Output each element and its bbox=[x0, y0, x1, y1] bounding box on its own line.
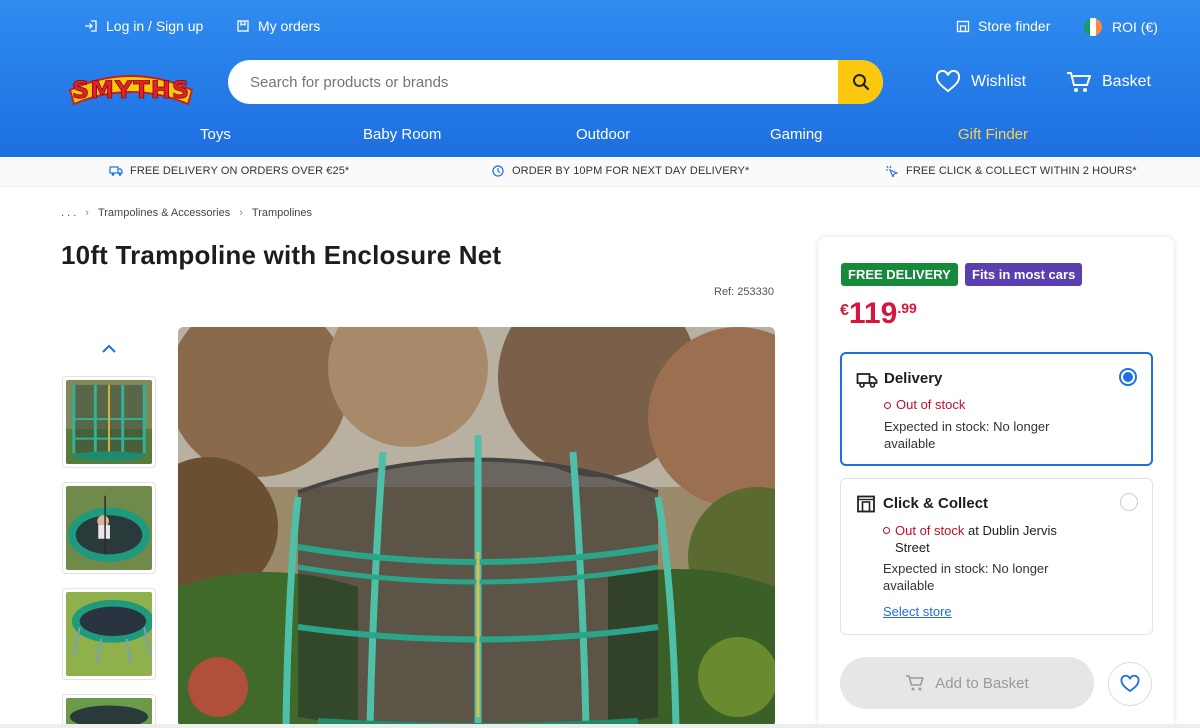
truck-icon bbox=[109, 166, 123, 176]
usp-free-delivery: FREE DELIVERY ON ORDERS OVER €25* bbox=[109, 165, 349, 177]
breadcrumb-item[interactable]: Trampolines & Accessories bbox=[98, 207, 230, 219]
thumbnail-image bbox=[66, 486, 152, 570]
click-collect-icon bbox=[886, 165, 899, 177]
breadcrumb: . . . › Trampolines & Accessories › Tram… bbox=[61, 207, 312, 219]
thumbnail-image bbox=[66, 592, 152, 676]
delivery-radio[interactable] bbox=[1119, 368, 1137, 386]
cart-icon bbox=[1067, 72, 1091, 92]
main-product-image[interactable] bbox=[178, 327, 775, 727]
delivery-stock-text: Out of stock bbox=[896, 397, 966, 412]
price-currency: € bbox=[840, 302, 849, 319]
product-price: € 119 .99 bbox=[840, 297, 917, 331]
delivery-expected-text: Expected in stock: No longer available bbox=[884, 419, 1050, 451]
login-icon bbox=[85, 20, 97, 32]
collect-expected-text: Expected in stock: No longer available bbox=[883, 561, 1049, 593]
orders-icon bbox=[237, 20, 249, 32]
thumbnail-4[interactable] bbox=[62, 694, 156, 728]
search-input[interactable] bbox=[228, 60, 838, 104]
page-bottom-edge bbox=[0, 724, 1200, 728]
add-to-basket-label: Add to Basket bbox=[935, 674, 1029, 692]
wishlist-label: Wishlist bbox=[971, 73, 1027, 90]
basket-label: Basket bbox=[1102, 73, 1151, 90]
thumbnail-2[interactable] bbox=[62, 482, 156, 574]
ireland-flag-icon bbox=[1084, 18, 1102, 36]
delivery-stock-status: Out of stock bbox=[884, 397, 965, 412]
store-icon bbox=[857, 495, 875, 513]
click-collect-option[interactable]: Click & Collect Out of stock at Dublin J… bbox=[840, 478, 1153, 635]
store-finder-link[interactable]: Store finder bbox=[956, 18, 1050, 34]
price-whole: 119 bbox=[848, 297, 898, 330]
store-finder-label: Store finder bbox=[978, 18, 1051, 34]
fits-in-cars-badge: Fits in most cars bbox=[965, 263, 1083, 286]
delivery-option-title: Delivery bbox=[884, 370, 943, 387]
cart-icon bbox=[906, 675, 925, 691]
chevron-right-icon: › bbox=[239, 207, 243, 219]
collect-stock-status: Out of stock at Dublin Jervis Street bbox=[883, 522, 1083, 556]
click-collect-radio[interactable] bbox=[1120, 493, 1138, 511]
usp-next-day-text: ORDER BY 10PM FOR NEXT DAY DELIVERY* bbox=[512, 165, 750, 177]
logo-text: SMYTHS bbox=[72, 76, 190, 104]
thumbnail-3[interactable] bbox=[62, 588, 156, 680]
thumbnail-1[interactable] bbox=[62, 376, 156, 468]
nav-baby-room[interactable]: Baby Room bbox=[363, 126, 441, 143]
collect-store-prefix: at bbox=[968, 523, 979, 538]
login-link[interactable]: Log in / Sign up bbox=[84, 18, 203, 34]
product-ref: Ref: 253330 bbox=[714, 286, 774, 298]
out-of-stock-icon bbox=[883, 527, 890, 534]
usp-free-delivery-text: FREE DELIVERY ON ORDERS OVER €25* bbox=[130, 165, 350, 177]
click-collect-title: Click & Collect bbox=[883, 495, 989, 512]
free-delivery-badge: FREE DELIVERY bbox=[841, 263, 958, 286]
nav-gift-finder[interactable]: Gift Finder bbox=[958, 126, 1028, 143]
my-orders-link[interactable]: My orders bbox=[236, 18, 320, 34]
usp-bar: FREE DELIVERY ON ORDERS OVER €25* ORDER … bbox=[0, 157, 1200, 187]
usp-click-collect-text: FREE CLICK & COLLECT WITHIN 2 HOURS* bbox=[906, 165, 1137, 177]
region-label: ROI (€) bbox=[1112, 19, 1158, 35]
add-to-wishlist-button[interactable] bbox=[1108, 662, 1152, 706]
site-header: Log in / Sign up My orders Store finder … bbox=[0, 0, 1200, 157]
nav-toys[interactable]: Toys bbox=[200, 126, 231, 143]
buy-box: FREE DELIVERY Fits in most cars € 119 .9… bbox=[818, 237, 1174, 728]
search-button[interactable] bbox=[838, 60, 883, 104]
search-bar bbox=[228, 60, 883, 104]
delivery-option[interactable]: Delivery Out of stock Expected in stock:… bbox=[840, 352, 1153, 466]
chevron-up-icon[interactable] bbox=[100, 340, 118, 358]
store-icon bbox=[956, 20, 970, 33]
price-cents: .99 bbox=[897, 300, 917, 316]
clock-icon bbox=[492, 165, 504, 177]
heart-icon bbox=[935, 70, 961, 93]
usp-click-collect: FREE CLICK & COLLECT WITHIN 2 HOURS* bbox=[885, 165, 1137, 177]
add-to-basket-button[interactable]: Add to Basket bbox=[840, 657, 1094, 709]
nav-gaming[interactable]: Gaming bbox=[770, 126, 823, 143]
breadcrumb-ellipsis[interactable]: . . . bbox=[61, 207, 76, 219]
out-of-stock-icon bbox=[884, 402, 891, 409]
wishlist-link[interactable]: Wishlist bbox=[935, 70, 1026, 94]
nav-outdoor[interactable]: Outdoor bbox=[576, 126, 630, 143]
heart-icon bbox=[1120, 675, 1140, 693]
my-orders-label: My orders bbox=[258, 18, 321, 34]
smyths-logo[interactable]: SMYTHS bbox=[66, 60, 196, 108]
region-selector[interactable]: ROI (€) bbox=[1084, 18, 1158, 36]
search-icon bbox=[852, 74, 869, 91]
login-label: Log in / Sign up bbox=[106, 18, 204, 34]
select-store-link[interactable]: Select store bbox=[883, 604, 952, 619]
chevron-right-icon: › bbox=[85, 207, 89, 219]
product-image bbox=[178, 327, 775, 727]
basket-link[interactable]: Basket bbox=[1066, 70, 1151, 94]
collect-stock-text: Out of stock bbox=[895, 523, 965, 538]
product-title: 10ft Trampoline with Enclosure Net bbox=[61, 240, 502, 270]
thumbnail-image bbox=[66, 380, 152, 464]
breadcrumb-item[interactable]: Trampolines bbox=[252, 207, 312, 219]
usp-next-day: ORDER BY 10PM FOR NEXT DAY DELIVERY* bbox=[491, 165, 749, 177]
truck-icon bbox=[856, 373, 878, 388]
